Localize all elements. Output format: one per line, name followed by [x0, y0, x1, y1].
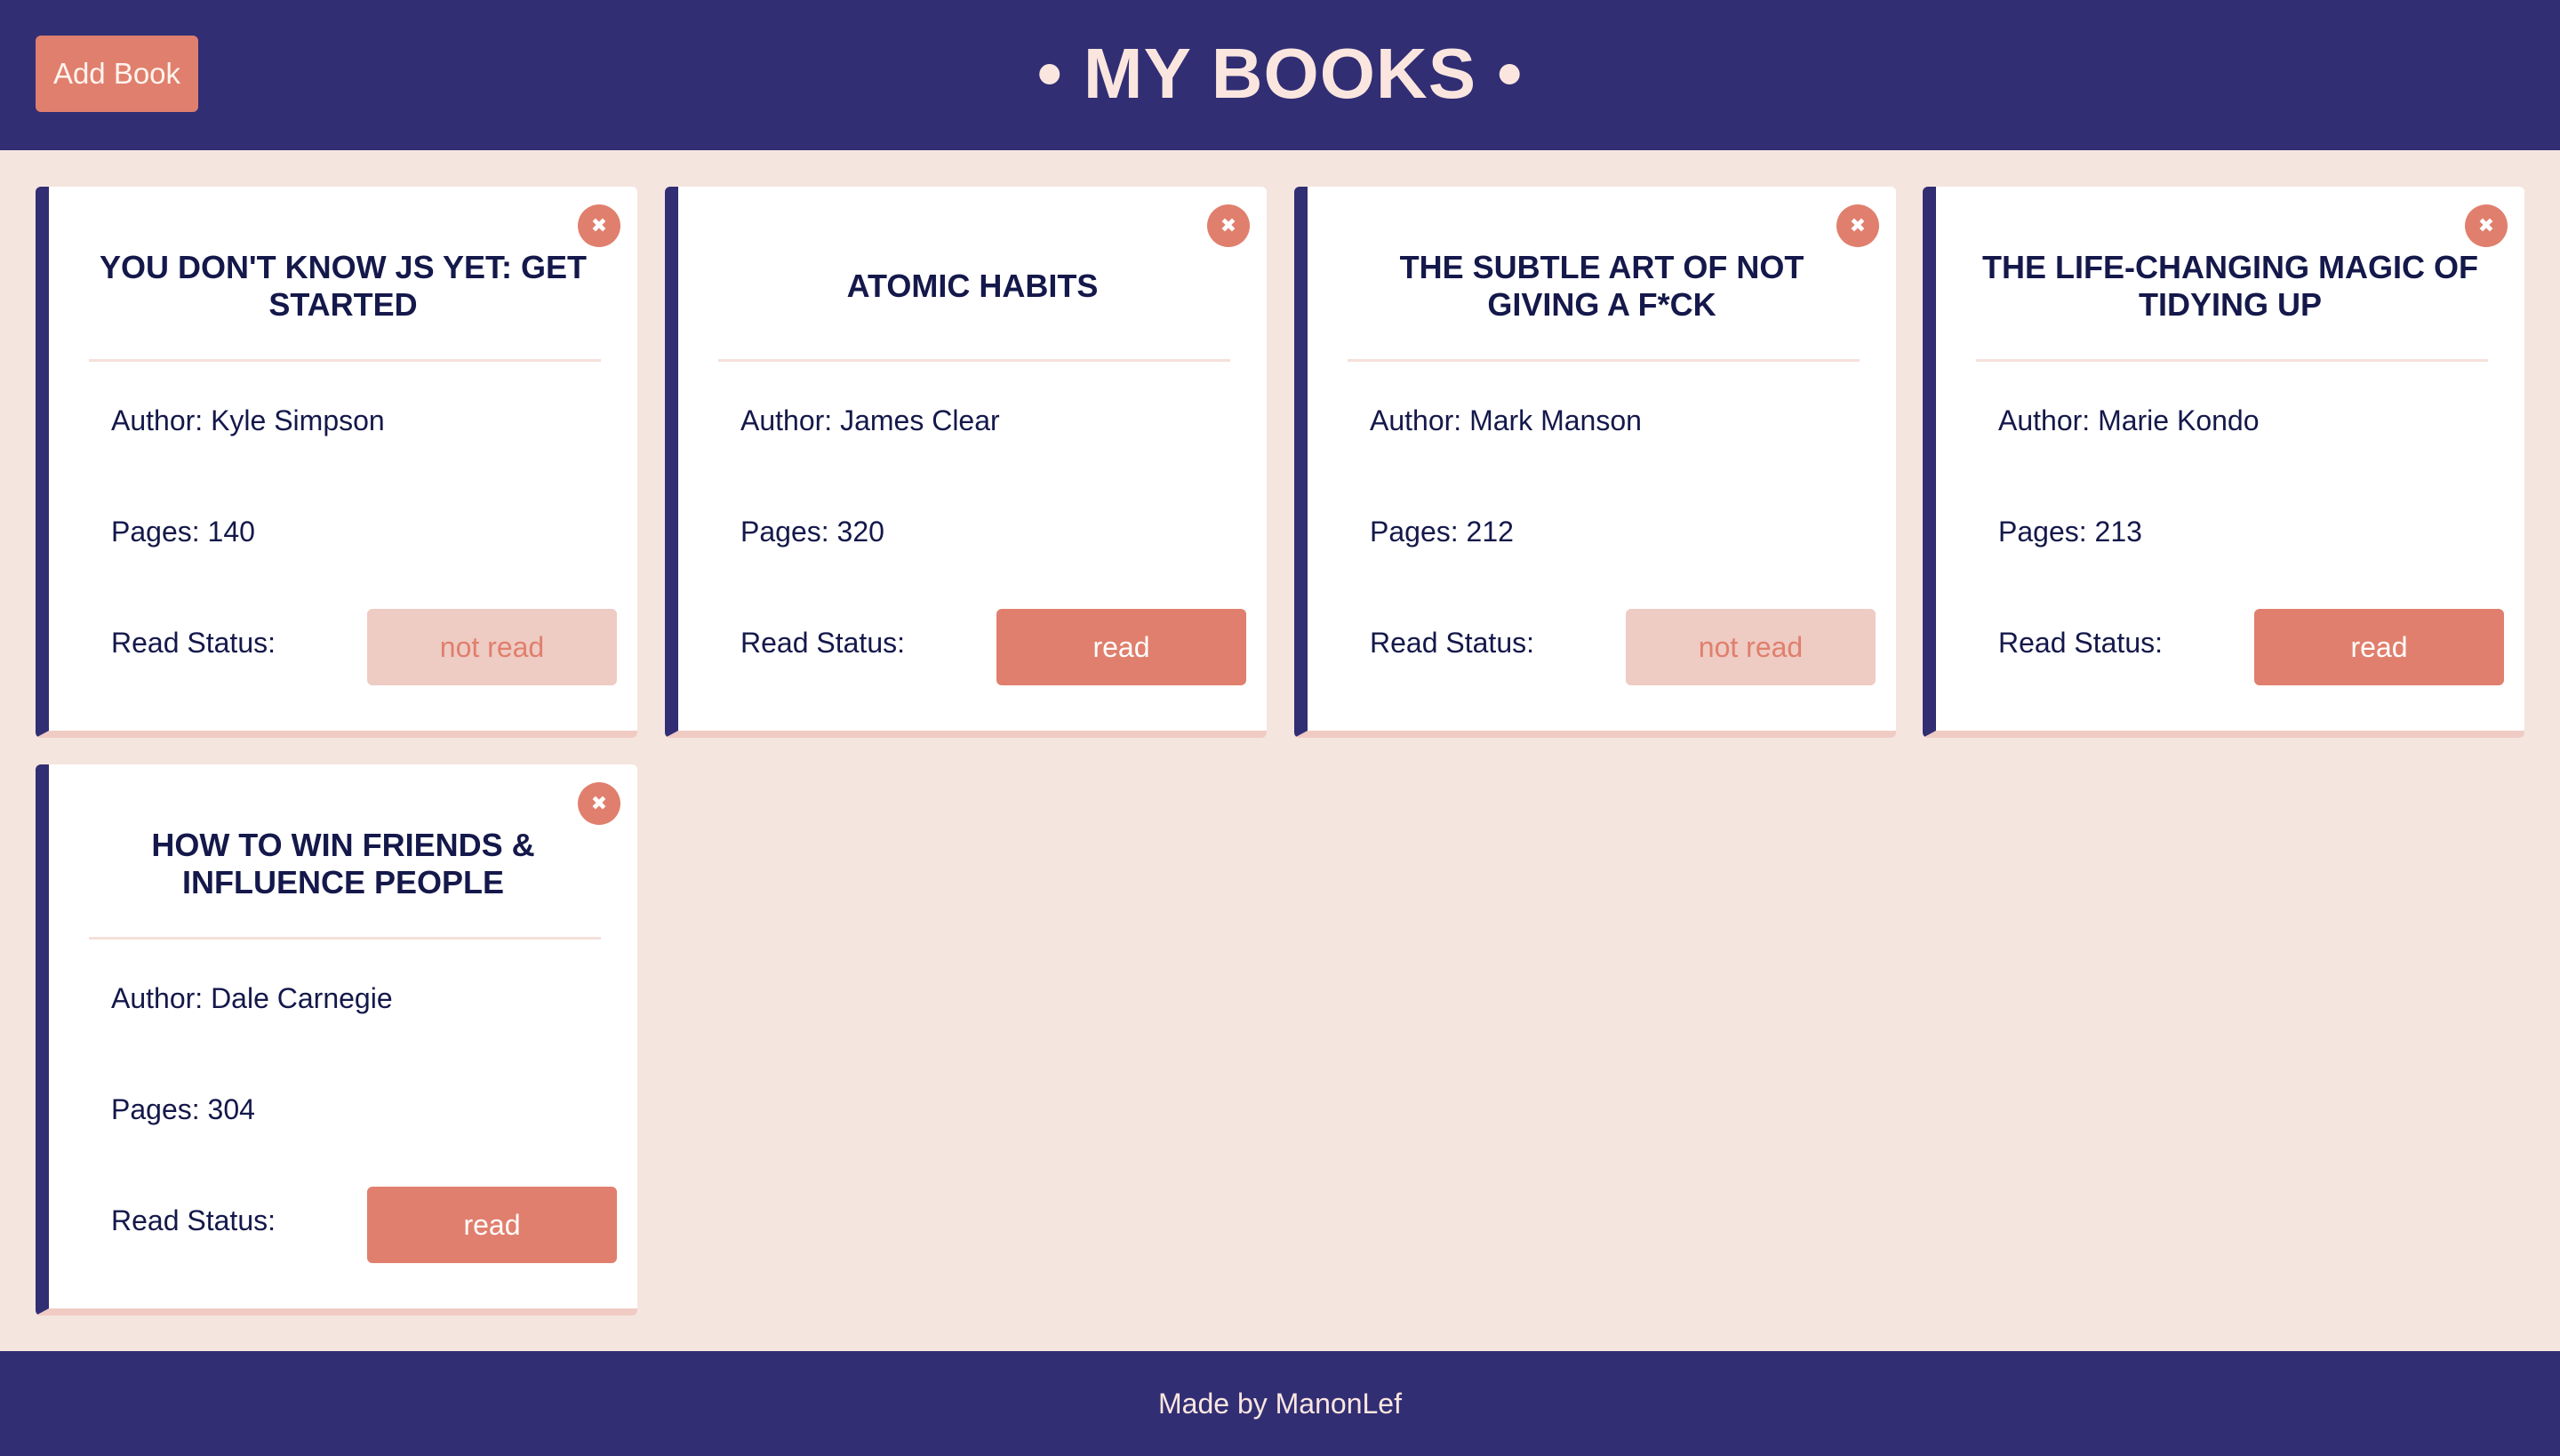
book-title: The Life-Changing Magic of Tidying Up [1982, 249, 2478, 323]
book-title: How to Win Friends & Influence People [151, 827, 535, 900]
book-pages: Pages: 320 [740, 516, 884, 548]
read-status-toggle[interactable]: not read [367, 609, 617, 685]
book-author: Author: Mark Manson [1370, 404, 1642, 436]
book-pages: Pages: 212 [1370, 516, 1514, 548]
header-bar: Add Book • MY BOOKS • [0, 0, 2560, 150]
book-title: You don't know JS yet: Get started [100, 249, 587, 323]
book-title: The Subtle Art of Not Giving a F*ck [1399, 249, 1804, 323]
close-icon[interactable]: ✖ [578, 204, 620, 247]
divider [1348, 359, 1860, 362]
book-author: Author: Marie Kondo [1998, 404, 2260, 436]
book-card: ✖ How to Win Friends & Influence People … [36, 764, 637, 1316]
footer-credit: Made by ManonLef [1158, 1387, 1402, 1420]
divider [1976, 359, 2488, 362]
book-pages: Pages: 213 [1998, 516, 2142, 548]
read-status-toggle[interactable]: read [996, 609, 1246, 685]
book-card: ✖ You don't know JS yet: Get started Aut… [36, 187, 637, 738]
divider [718, 359, 1230, 362]
close-icon[interactable]: ✖ [578, 782, 620, 825]
read-status-label: Read Status: [1998, 627, 2163, 659]
book-pages: Pages: 140 [111, 516, 255, 548]
read-status-toggle[interactable]: read [367, 1187, 617, 1263]
close-icon[interactable]: ✖ [1207, 204, 1250, 247]
divider [89, 937, 601, 940]
divider [89, 359, 601, 362]
book-card: ✖ The Life-Changing Magic of Tidying Up … [1923, 187, 2524, 738]
close-icon[interactable]: ✖ [2465, 204, 2508, 247]
book-card: ✖ The Subtle Art of Not Giving a F*ck Au… [1294, 187, 1896, 738]
read-status-label: Read Status: [111, 627, 276, 659]
book-author: Author: James Clear [740, 404, 1000, 436]
book-title: Atomic Habits [846, 268, 1099, 304]
read-status-toggle[interactable]: not read [1626, 609, 1876, 685]
book-author: Author: Kyle Simpson [111, 404, 385, 436]
book-pages: Pages: 304 [111, 1093, 255, 1125]
read-status-label: Read Status: [1370, 627, 1534, 659]
read-status-label: Read Status: [740, 627, 905, 659]
book-author: Author: Dale Carnegie [111, 982, 393, 1014]
book-card: ✖ Atomic Habits Author: James Clear Page… [665, 187, 1267, 738]
page-title: • MY BOOKS • [1036, 34, 1524, 113]
read-status-label: Read Status: [111, 1204, 276, 1236]
read-status-toggle[interactable]: read [2254, 609, 2504, 685]
close-icon[interactable]: ✖ [1836, 204, 1879, 247]
footer: Made by ManonLef [0, 1351, 2560, 1456]
